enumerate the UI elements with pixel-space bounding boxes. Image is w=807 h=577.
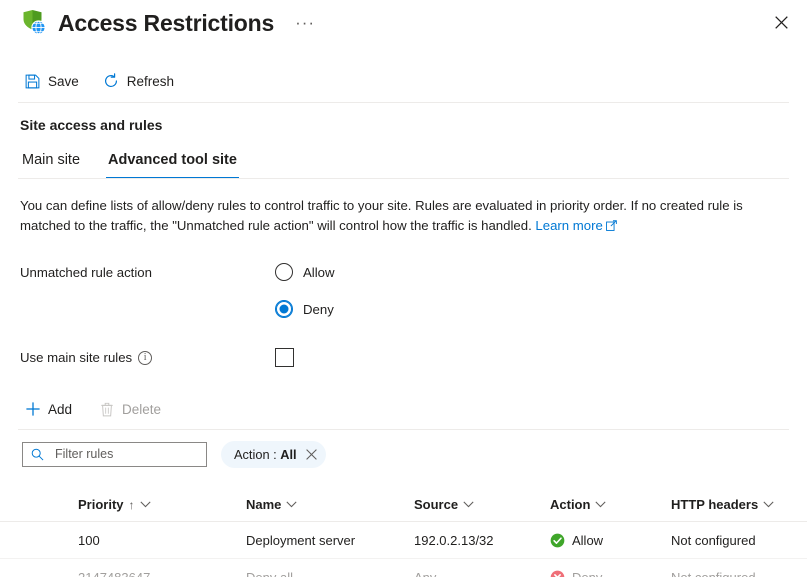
- column-header-action[interactable]: Action: [550, 497, 671, 512]
- column-label-name: Name: [246, 497, 281, 512]
- external-link-icon: [606, 217, 617, 237]
- use-main-site-rules-label: Use main site rules: [20, 350, 132, 365]
- radio-label-deny: Deny: [303, 302, 334, 317]
- learn-more-link[interactable]: Learn more: [535, 218, 602, 233]
- cell-name: Deployment server: [246, 533, 414, 548]
- refresh-label: Refresh: [127, 74, 174, 89]
- grid-toolbar: Add Delete: [0, 389, 807, 429]
- cell-action-label: Deny: [572, 570, 602, 577]
- action-filter-value: All: [280, 447, 296, 462]
- refresh-icon: [103, 73, 120, 90]
- chevron-down-icon[interactable]: [763, 501, 774, 508]
- chevron-down-icon[interactable]: [286, 501, 297, 508]
- radio-option-deny[interactable]: Deny: [275, 300, 335, 318]
- close-icon[interactable]: [767, 8, 795, 36]
- tab-list: Main site Advanced tool site: [0, 145, 807, 179]
- action-filter-pill[interactable]: Action : All: [221, 441, 326, 468]
- unmatched-rule-action-row: Unmatched rule action Allow Deny: [0, 263, 807, 318]
- shield-globe-icon: [18, 8, 48, 38]
- chevron-down-icon[interactable]: [140, 501, 151, 508]
- save-icon: [24, 73, 41, 90]
- cell-source: Any: [414, 570, 550, 577]
- settings-form: Unmatched rule action Allow Deny Use mai…: [0, 237, 807, 367]
- unmatched-rule-action-label: Unmatched rule action: [20, 263, 275, 280]
- tab-advanced-tool-site[interactable]: Advanced tool site: [106, 152, 239, 179]
- add-rule-label: Add: [48, 402, 72, 417]
- x-circle-icon: [550, 570, 565, 577]
- sort-ascending-icon: ↑: [129, 498, 135, 512]
- delete-rule-label: Delete: [122, 402, 161, 417]
- section-title: Site access and rules: [0, 103, 807, 133]
- column-header-priority[interactable]: Priority ↑: [78, 497, 246, 512]
- filter-row: Action : All: [0, 434, 807, 474]
- unmatched-rule-action-radio-group: Allow Deny: [275, 263, 335, 318]
- column-header-http-headers[interactable]: HTTP headers: [671, 497, 807, 512]
- cell-http-headers: Not configured: [671, 533, 807, 548]
- title-row: Access Restrictions ···: [0, 0, 807, 38]
- column-label-action: Action: [550, 497, 590, 512]
- grid-toolbar-divider: [18, 429, 789, 430]
- column-label-priority: Priority: [78, 497, 124, 512]
- description-text: You can define lists of allow/deny rules…: [0, 180, 790, 237]
- search-input[interactable]: [53, 446, 198, 462]
- cell-priority: 100: [78, 533, 246, 548]
- action-filter-key: Action :: [234, 447, 280, 462]
- save-label: Save: [48, 74, 79, 89]
- column-header-source[interactable]: Source: [414, 497, 550, 512]
- more-menu-button[interactable]: ···: [290, 15, 320, 31]
- trash-icon: [98, 401, 115, 418]
- cell-source: 192.0.2.13/32: [414, 533, 550, 548]
- remove-action-filter-icon[interactable]: [306, 449, 317, 460]
- command-bar: Save Refresh: [0, 60, 807, 102]
- info-icon[interactable]: i: [138, 351, 152, 365]
- cell-action-label: Allow: [572, 533, 603, 548]
- filter-rules-search-box[interactable]: [22, 442, 207, 467]
- use-main-site-rules-checkbox[interactable]: [275, 348, 294, 367]
- refresh-button[interactable]: Refresh: [101, 69, 176, 94]
- tabs-divider: [18, 178, 789, 179]
- cell-http-headers: Not configured: [671, 570, 807, 577]
- radio-circle-deny[interactable]: [275, 300, 293, 318]
- description-body: You can define lists of allow/deny rules…: [20, 198, 743, 233]
- chevron-down-icon[interactable]: [595, 501, 606, 508]
- table-row[interactable]: 100 Deployment server 192.0.2.13/32 Allo…: [0, 522, 807, 559]
- radio-option-allow[interactable]: Allow: [275, 263, 335, 281]
- blade-header: Access Restrictions ···: [0, 0, 807, 46]
- rules-table: Priority ↑ Name Source Action: [0, 488, 807, 577]
- radio-label-allow: Allow: [303, 265, 335, 280]
- cell-action: Deny: [550, 570, 671, 577]
- action-filter-label: Action : All: [234, 447, 297, 462]
- column-label-source: Source: [414, 497, 458, 512]
- cell-priority: 2147483647: [78, 570, 246, 577]
- table-header-row: Priority ↑ Name Source Action: [0, 488, 807, 522]
- table-row[interactable]: 2147483647 Deny all Any Deny Not configu…: [0, 559, 807, 577]
- check-circle-icon: [550, 533, 565, 548]
- use-main-site-rules-label-wrap: Use main site rules i: [20, 348, 275, 365]
- add-rule-button[interactable]: Add: [22, 397, 74, 422]
- page-title: Access Restrictions: [58, 9, 274, 37]
- delete-rule-button[interactable]: Delete: [96, 397, 163, 422]
- cell-name: Deny all: [246, 570, 414, 577]
- chevron-down-icon[interactable]: [463, 501, 474, 508]
- plus-icon: [24, 401, 41, 418]
- search-icon: [31, 448, 44, 461]
- access-restrictions-blade: Access Restrictions ··· Save: [0, 0, 807, 577]
- save-button[interactable]: Save: [22, 69, 81, 94]
- column-header-name[interactable]: Name: [246, 497, 414, 512]
- tab-main-site[interactable]: Main site: [20, 152, 82, 179]
- radio-circle-allow[interactable]: [275, 263, 293, 281]
- column-label-http-headers: HTTP headers: [671, 497, 758, 512]
- cell-action: Allow: [550, 533, 671, 548]
- use-main-site-rules-row: Use main site rules i: [0, 348, 807, 367]
